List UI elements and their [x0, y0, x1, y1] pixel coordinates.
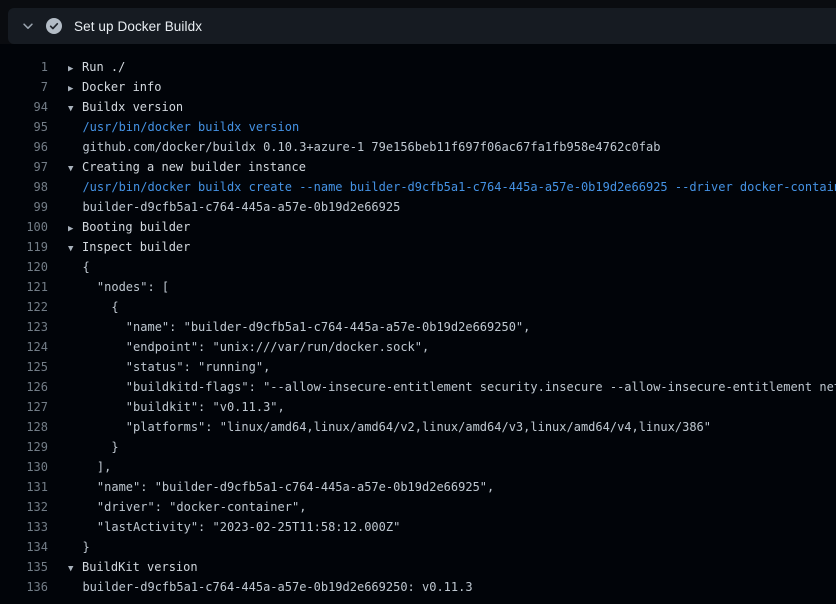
- log-line: 131 "name": "builder-d9cfb5a1-c764-445a-…: [0, 477, 836, 497]
- group-title: Creating a new builder instance: [82, 160, 306, 174]
- log-text: /usr/bin/docker buildx create --name bui…: [68, 177, 836, 197]
- line-number[interactable]: 133: [0, 517, 48, 537]
- log-line: 133 "lastActivity": "2023-02-25T11:58:12…: [0, 517, 836, 537]
- line-number[interactable]: 132: [0, 497, 48, 517]
- chevron-down-icon[interactable]: [16, 19, 40, 33]
- line-number[interactable]: 123: [0, 317, 48, 337]
- log-text: {: [68, 297, 119, 317]
- log-text: "status": "running",: [68, 357, 270, 377]
- line-number[interactable]: 7: [0, 77, 48, 97]
- line-number[interactable]: 121: [0, 277, 48, 297]
- log-line: 130 ],: [0, 457, 836, 477]
- group-expanded-triangle-icon: ▼: [68, 159, 82, 179]
- group-title: Run ./: [82, 60, 125, 74]
- group-collapsed-triangle-icon: ▶: [68, 219, 82, 239]
- log-text: ],: [68, 457, 111, 477]
- check-circle-icon: [46, 18, 62, 34]
- log-panel[interactable]: 1▶Run ./7▶Docker info94▼Buildx version95…: [0, 44, 836, 604]
- group-collapsed-triangle-icon: ▶: [68, 59, 82, 79]
- log-text: "buildkit": "v0.11.3",: [68, 397, 285, 417]
- log-text: "nodes": [: [68, 277, 169, 297]
- log-line: 95 /usr/bin/docker buildx version: [0, 117, 836, 137]
- line-number[interactable]: 134: [0, 537, 48, 557]
- line-number[interactable]: 136: [0, 577, 48, 597]
- log-text: "endpoint": "unix:///var/run/docker.sock…: [68, 337, 429, 357]
- log-line: 134 }: [0, 537, 836, 557]
- line-number[interactable]: 97: [0, 157, 48, 177]
- log-group-line[interactable]: 135 ▼BuildKit version: [0, 557, 836, 577]
- log-group-line[interactable]: 97 ▼Creating a new builder instance: [0, 157, 836, 177]
- log-line: 127 "buildkit": "v0.11.3",: [0, 397, 836, 417]
- log-line: 124 "endpoint": "unix:///var/run/docker.…: [0, 337, 836, 357]
- log-line: 128 "platforms": "linux/amd64,linux/amd6…: [0, 417, 836, 437]
- log-line: 132 "driver": "docker-container",: [0, 497, 836, 517]
- log-line: 123 "name": "builder-d9cfb5a1-c764-445a-…: [0, 317, 836, 337]
- log-line: 129 }: [0, 437, 836, 457]
- log-group-line[interactable]: 1 ▶Run ./: [0, 57, 836, 77]
- group-expanded-triangle-icon: ▼: [68, 99, 82, 119]
- log-group-line[interactable]: 7 ▶Docker info: [0, 77, 836, 97]
- line-number[interactable]: 99: [0, 197, 48, 217]
- group-title: Docker info: [82, 80, 161, 94]
- group-title: Inspect builder: [82, 240, 190, 254]
- log-text: "buildkitd-flags": "--allow-insecure-ent…: [68, 377, 836, 397]
- group-title: Buildx version: [82, 100, 183, 114]
- log-line: 98 /usr/bin/docker buildx create --name …: [0, 177, 836, 197]
- line-number[interactable]: 128: [0, 417, 48, 437]
- log-text: }: [68, 537, 90, 557]
- log-text: "lastActivity": "2023-02-25T11:58:12.000…: [68, 517, 400, 537]
- log-text: github.com/docker/buildx 0.10.3+azure-1 …: [68, 137, 660, 157]
- line-number[interactable]: 124: [0, 337, 48, 357]
- log-line: 120 {: [0, 257, 836, 277]
- step-title: Set up Docker Buildx: [74, 19, 202, 34]
- log-text: "driver": "docker-container",: [68, 497, 306, 517]
- log-lines: 1▶Run ./7▶Docker info94▼Buildx version95…: [0, 57, 836, 597]
- group-expanded-triangle-icon: ▼: [68, 559, 82, 579]
- line-number[interactable]: 95: [0, 117, 48, 137]
- line-number[interactable]: 1: [0, 57, 48, 77]
- line-number[interactable]: 96: [0, 137, 48, 157]
- line-number[interactable]: 98: [0, 177, 48, 197]
- line-number[interactable]: 127: [0, 397, 48, 417]
- line-number[interactable]: 129: [0, 437, 48, 457]
- line-number[interactable]: 131: [0, 477, 48, 497]
- log-line: 122 {: [0, 297, 836, 317]
- line-number[interactable]: 120: [0, 257, 48, 277]
- log-line: 99 builder-d9cfb5a1-c764-445a-a57e-0b19d…: [0, 197, 836, 217]
- log-text: {: [68, 257, 90, 277]
- log-line: 125 "status": "running",: [0, 357, 836, 377]
- step-header[interactable]: Set up Docker Buildx: [8, 8, 836, 44]
- group-expanded-triangle-icon: ▼: [68, 239, 82, 259]
- log-text: "name": "builder-d9cfb5a1-c764-445a-a57e…: [68, 317, 530, 337]
- log-line: 126 "buildkitd-flags": "--allow-insecure…: [0, 377, 836, 397]
- line-number[interactable]: 125: [0, 357, 48, 377]
- group-title: BuildKit version: [82, 560, 198, 574]
- log-text: builder-d9cfb5a1-c764-445a-a57e-0b19d2e6…: [68, 577, 473, 597]
- line-number[interactable]: 94: [0, 97, 48, 117]
- log-text: builder-d9cfb5a1-c764-445a-a57e-0b19d2e6…: [68, 197, 400, 217]
- log-group-line[interactable]: 100 ▶Booting builder: [0, 217, 836, 237]
- log-text: }: [68, 437, 119, 457]
- line-number[interactable]: 100: [0, 217, 48, 237]
- log-line: 96 github.com/docker/buildx 0.10.3+azure…: [0, 137, 836, 157]
- log-line: 121 "nodes": [: [0, 277, 836, 297]
- log-group-line[interactable]: 119 ▼Inspect builder: [0, 237, 836, 257]
- log-group-line[interactable]: 94 ▼Buildx version: [0, 97, 836, 117]
- group-collapsed-triangle-icon: ▶: [68, 79, 82, 99]
- line-number[interactable]: 122: [0, 297, 48, 317]
- line-number[interactable]: 130: [0, 457, 48, 477]
- log-line: 136 builder-d9cfb5a1-c764-445a-a57e-0b19…: [0, 577, 836, 597]
- group-title: Booting builder: [82, 220, 190, 234]
- line-number[interactable]: 119: [0, 237, 48, 257]
- line-number[interactable]: 126: [0, 377, 48, 397]
- line-number[interactable]: 135: [0, 557, 48, 577]
- log-text: /usr/bin/docker buildx version: [68, 117, 299, 137]
- log-text: "platforms": "linux/amd64,linux/amd64/v2…: [68, 417, 711, 437]
- log-text: "name": "builder-d9cfb5a1-c764-445a-a57e…: [68, 477, 494, 497]
